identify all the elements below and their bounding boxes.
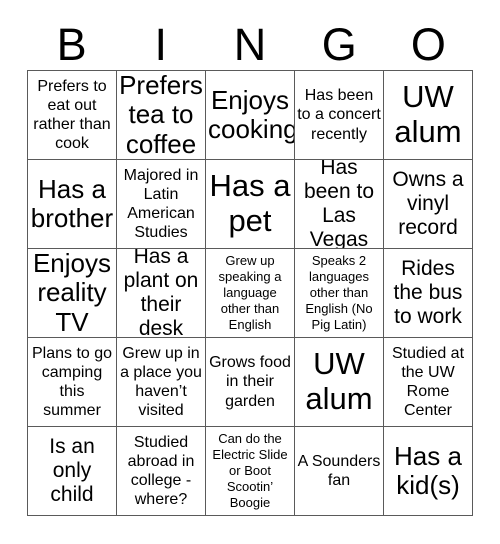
bingo-cell-g5[interactable]: A Sounders fan [295,427,384,516]
bingo-cell-text: Grows food in their garden [209,354,291,410]
bingo-cell-text: Enjoys cooking [208,84,295,144]
bingo-cell-text: Plans to go camping this summer [31,344,113,420]
bingo-cell-g3[interactable]: Speaks 2 languages other than English (N… [295,249,384,338]
bingo-header-letter-n: N [233,18,267,70]
bingo-cell-n5[interactable]: Can do the Electric Slide or Boot Scooti… [206,427,295,516]
bingo-cell-text: Can do the Electric Slide or Boot Scooti… [212,431,288,510]
bingo-cell-i2[interactable]: Majored in Latin American Studies [117,160,206,249]
bingo-cell-o1[interactable]: UW alum [384,71,473,160]
bingo-cell-text: Has been to Las Vegas [303,160,375,249]
bingo-cell-b1[interactable]: Prefers to eat out rather than cook [28,71,117,160]
bingo-cell-g1[interactable]: Has been to a concert recently [295,71,384,160]
bingo-cell-text: Grew up speaking a language other than E… [218,253,282,332]
bingo-cell-text: Has a pet [209,168,291,238]
bingo-cell-text: UW alum [394,79,462,149]
bingo-cell-text: Studied at the UW Rome Center [391,344,465,420]
bingo-cell-text: Speaks 2 languages other than English (N… [305,253,373,332]
bingo-cell-text: Is an only child [49,434,95,507]
bingo-cell-i4[interactable]: Grew up in a place you haven’t visited [117,338,206,427]
bingo-cell-i3[interactable]: Has a plant on their desk [117,249,206,338]
bingo-cell-text: Enjoys reality TV [32,249,112,337]
bingo-cell-b2[interactable]: Has a brother [28,160,117,249]
bingo-header-letter-g: G [321,18,357,70]
bingo-cell-i1[interactable]: Prefers tea to coffee [117,71,206,160]
bingo-cell-b4[interactable]: Plans to go camping this summer [28,338,117,427]
bingo-cell-b3[interactable]: Enjoys reality TV [28,249,117,338]
bingo-cell-i5[interactable]: Studied abroad in college - where? [117,427,206,516]
bingo-cell-o3[interactable]: Rides the bus to work [384,249,473,338]
bingo-cell-n3[interactable]: Grew up speaking a language other than E… [206,249,295,338]
bingo-cell-o4[interactable]: Studied at the UW Rome Center [384,338,473,427]
bingo-cell-text: Grew up in a place you haven’t visited [120,344,202,420]
bingo-cell-o5[interactable]: Has a kid(s) [384,427,473,516]
bingo-cell-text: Prefers tea to coffee [119,71,203,159]
bingo-cell-n4[interactable]: Grows food in their garden [206,338,295,427]
bingo-header-row: B I N G O [27,18,473,70]
bingo-cell-n1[interactable]: Enjoys cooking [206,71,295,160]
bingo-header-letter-o: O [410,18,446,70]
bingo-card: B I N G O Prefers to eat out rather than… [0,0,500,544]
bingo-header-letter-i: I [154,18,168,70]
bingo-cell-g2[interactable]: Has been to Las Vegas [295,160,384,249]
bingo-header-letter-b: B [56,18,87,70]
bingo-cell-text: A Sounders fan [297,452,381,489]
bingo-cell-text: Studied abroad in college - where? [127,433,195,509]
bingo-cell-text: Has a kid(s) [394,440,462,500]
bingo-cell-text: Majored in Latin American Studies [123,166,199,242]
bingo-cell-b5[interactable]: Is an only child [28,427,117,516]
bingo-cell-g4[interactable]: UW alum [295,338,384,427]
bingo-cell-text: Owns a vinyl record [392,167,464,240]
bingo-cell-text: Has a brother [30,173,114,233]
bingo-cell-text: Prefers to eat out rather than cook [33,77,111,153]
bingo-grid: Prefers to eat out rather than cook Pref… [27,70,473,516]
bingo-cell-text: Has a plant on their desk [123,249,199,338]
bingo-cell-n2[interactable]: Has a pet [206,160,295,249]
bingo-cell-text: Rides the bus to work [393,256,463,329]
bingo-cell-text: Has been to a concert recently [297,87,381,143]
bingo-cell-o2[interactable]: Owns a vinyl record [384,160,473,249]
bingo-cell-text: UW alum [305,346,373,416]
